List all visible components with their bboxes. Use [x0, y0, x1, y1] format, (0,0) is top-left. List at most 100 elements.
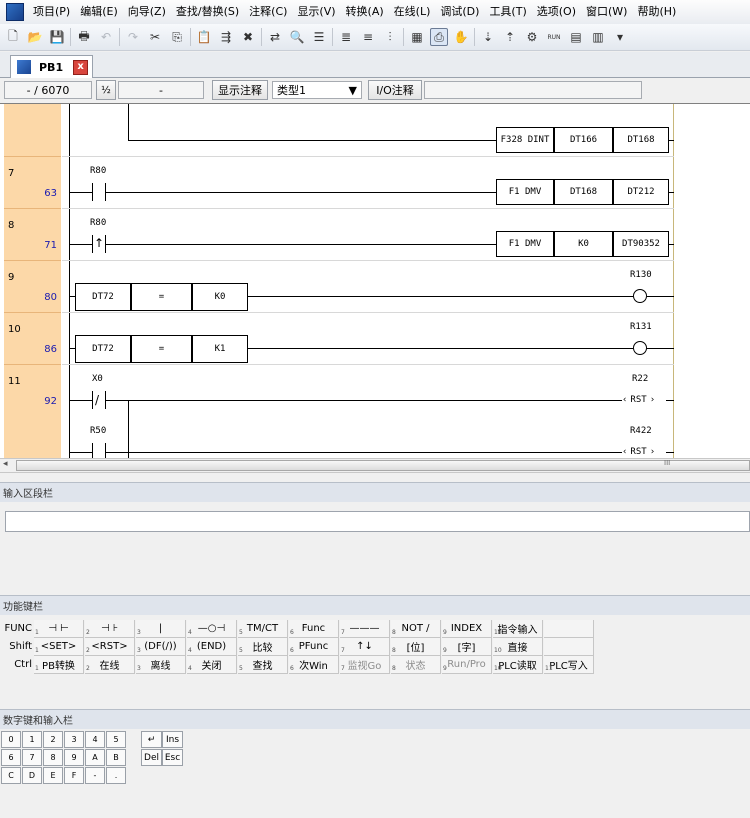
function-key[interactable]: 8 NOT /	[391, 620, 441, 638]
enter-key[interactable]: ↵	[141, 731, 162, 748]
function-key[interactable]: 6 次Win	[289, 656, 339, 674]
num-key[interactable]: 8	[43, 749, 63, 766]
ladder-diagram[interactable]: 7 63 8 71 9 80 10 86 11 92 F328 DINT DT1…	[0, 103, 750, 459]
save-icon[interactable]: 💾	[48, 28, 66, 46]
instruction-box[interactable]: F1 DMV	[496, 231, 554, 257]
function-key[interactable]: 5 TM/CT	[238, 620, 288, 638]
num-key[interactable]: 4	[85, 731, 105, 748]
function-key[interactable]: 5 查找	[238, 656, 288, 674]
compare-operand-box[interactable]: K0	[192, 283, 248, 311]
list-icon[interactable]: ☰	[310, 28, 328, 46]
pointer-icon[interactable]: ✋	[452, 28, 470, 46]
scrollbar-thumb[interactable]	[16, 460, 750, 471]
redo-icon[interactable]: ↷	[124, 28, 142, 46]
function-key[interactable]: 9 INDEX	[442, 620, 492, 638]
dropdown-icon[interactable]: ▾	[611, 28, 629, 46]
output-coil[interactable]	[633, 289, 647, 303]
num-key[interactable]: 1	[22, 731, 42, 748]
reset-coil[interactable]: ‹ RST ›	[622, 393, 655, 407]
menu-window[interactable]: 窗口(W)	[581, 0, 632, 24]
cut-icon[interactable]: ✂	[146, 28, 164, 46]
num-key[interactable]: 2	[43, 731, 63, 748]
program-icon[interactable]: ⎙	[430, 28, 448, 46]
tab-pb1[interactable]: PB1 x	[10, 55, 94, 78]
comment-icon[interactable]: ≣	[337, 28, 355, 46]
num-key[interactable]: 9	[64, 749, 84, 766]
menu-online[interactable]: 在线(L)	[389, 0, 436, 24]
function-key[interactable]: 6 PFunc	[289, 638, 339, 656]
no-contact[interactable]	[92, 183, 106, 201]
operand-box[interactable]: DT168	[613, 127, 669, 153]
function-key[interactable]: 4 (END)	[187, 638, 237, 656]
function-key[interactable]: 8 [位]	[391, 638, 441, 656]
menu-project[interactable]: 项目(P)	[28, 0, 75, 24]
compare-operand-box[interactable]: DT72	[75, 335, 131, 363]
io-comment-button[interactable]: I/O注释	[368, 80, 422, 100]
close-icon[interactable]: x	[73, 59, 89, 75]
menu-tools[interactable]: 工具(T)	[484, 0, 531, 24]
paste-icon[interactable]: 📋	[195, 28, 213, 46]
compare-operand-box[interactable]: K1	[192, 335, 248, 363]
function-key[interactable]: 11 PLC写入	[544, 656, 594, 674]
function-key[interactable]: 5 比较	[238, 638, 288, 656]
function-key[interactable]: 9 [字]	[442, 638, 492, 656]
fraction-toggle-button[interactable]: ½	[96, 80, 116, 100]
escape-key[interactable]: Esc	[162, 749, 183, 766]
function-key[interactable]: 10 指令输入	[493, 620, 543, 638]
nc-contact[interactable]: /	[92, 391, 106, 409]
function-key[interactable]: 2 <RST>	[85, 638, 135, 656]
num-key[interactable]: E	[43, 767, 63, 784]
function-key[interactable]: 3 |	[136, 620, 186, 638]
open-folder-icon[interactable]: 📂	[26, 28, 44, 46]
function-key[interactable]: 3 离线	[136, 656, 186, 674]
copy-icon[interactable]: ⎘	[168, 28, 186, 46]
num-key[interactable]: D	[22, 767, 42, 784]
data-icon[interactable]: ⫶	[381, 28, 399, 46]
menu-edit[interactable]: 编辑(E)	[75, 0, 123, 24]
insert-row-icon[interactable]: ⇶	[217, 28, 235, 46]
menu-debug[interactable]: 调试(D)	[435, 0, 484, 24]
show-comment-button[interactable]: 显示注释	[212, 80, 268, 100]
menu-convert[interactable]: 转换(A)	[341, 0, 389, 24]
menu-find-replace[interactable]: 查找/替换(S)	[171, 0, 244, 24]
operand-box[interactable]: DT90352	[613, 231, 669, 257]
num-key[interactable]: 7	[22, 749, 42, 766]
function-key[interactable]: 7 ↑↓	[340, 638, 390, 656]
input-field[interactable]	[5, 511, 750, 532]
function-key[interactable]: 8 状态	[391, 656, 441, 674]
num-key[interactable]: -	[85, 767, 105, 784]
run-icon[interactable]: ▤	[567, 28, 585, 46]
num-key[interactable]: .	[106, 767, 126, 784]
compare-operator-box[interactable]: =	[131, 335, 192, 363]
menu-view[interactable]: 显示(V)	[292, 0, 340, 24]
compare-operand-box[interactable]: DT72	[75, 283, 131, 311]
operand-box[interactable]: K0	[554, 231, 613, 257]
block-icon[interactable]: ▦	[408, 28, 426, 46]
new-file-icon[interactable]: 🗋	[4, 28, 22, 46]
function-key[interactable]: 1 <SET>	[34, 638, 84, 656]
compare-operator-box[interactable]: =	[131, 283, 192, 311]
rising-edge-contact[interactable]: ↑	[92, 235, 106, 253]
num-key[interactable]: A	[85, 749, 105, 766]
num-key[interactable]: 3	[64, 731, 84, 748]
menu-help[interactable]: 帮助(H)	[632, 0, 681, 24]
no-contact[interactable]	[92, 443, 106, 459]
function-key[interactable]: 4 —○⊣	[187, 620, 237, 638]
function-key[interactable]: 2 ⊣ ⊦	[85, 620, 135, 638]
instruction-box[interactable]: F1 DMV	[496, 179, 554, 205]
type-select[interactable]: 类型1 ▼	[272, 81, 362, 99]
function-key[interactable]: 7 ———	[340, 620, 390, 638]
num-key[interactable]: B	[106, 749, 126, 766]
menu-options[interactable]: 选项(O)	[532, 0, 581, 24]
replace-icon[interactable]: ⇄	[266, 28, 284, 46]
monitor-icon[interactable]: ≡	[359, 28, 377, 46]
find-icon[interactable]: 🔍	[288, 28, 306, 46]
operand-box[interactable]: DT168	[554, 179, 613, 205]
reset-coil[interactable]: ‹ RST ›	[622, 445, 655, 459]
function-key[interactable]: 10 PLC读取	[493, 656, 543, 674]
function-key[interactable]: 1 PB转换	[34, 656, 84, 674]
num-key[interactable]: F	[64, 767, 84, 784]
function-key[interactable]: 2 在线	[85, 656, 135, 674]
force-icon[interactable]: ⚙	[523, 28, 541, 46]
download-icon[interactable]: ⇣	[479, 28, 497, 46]
